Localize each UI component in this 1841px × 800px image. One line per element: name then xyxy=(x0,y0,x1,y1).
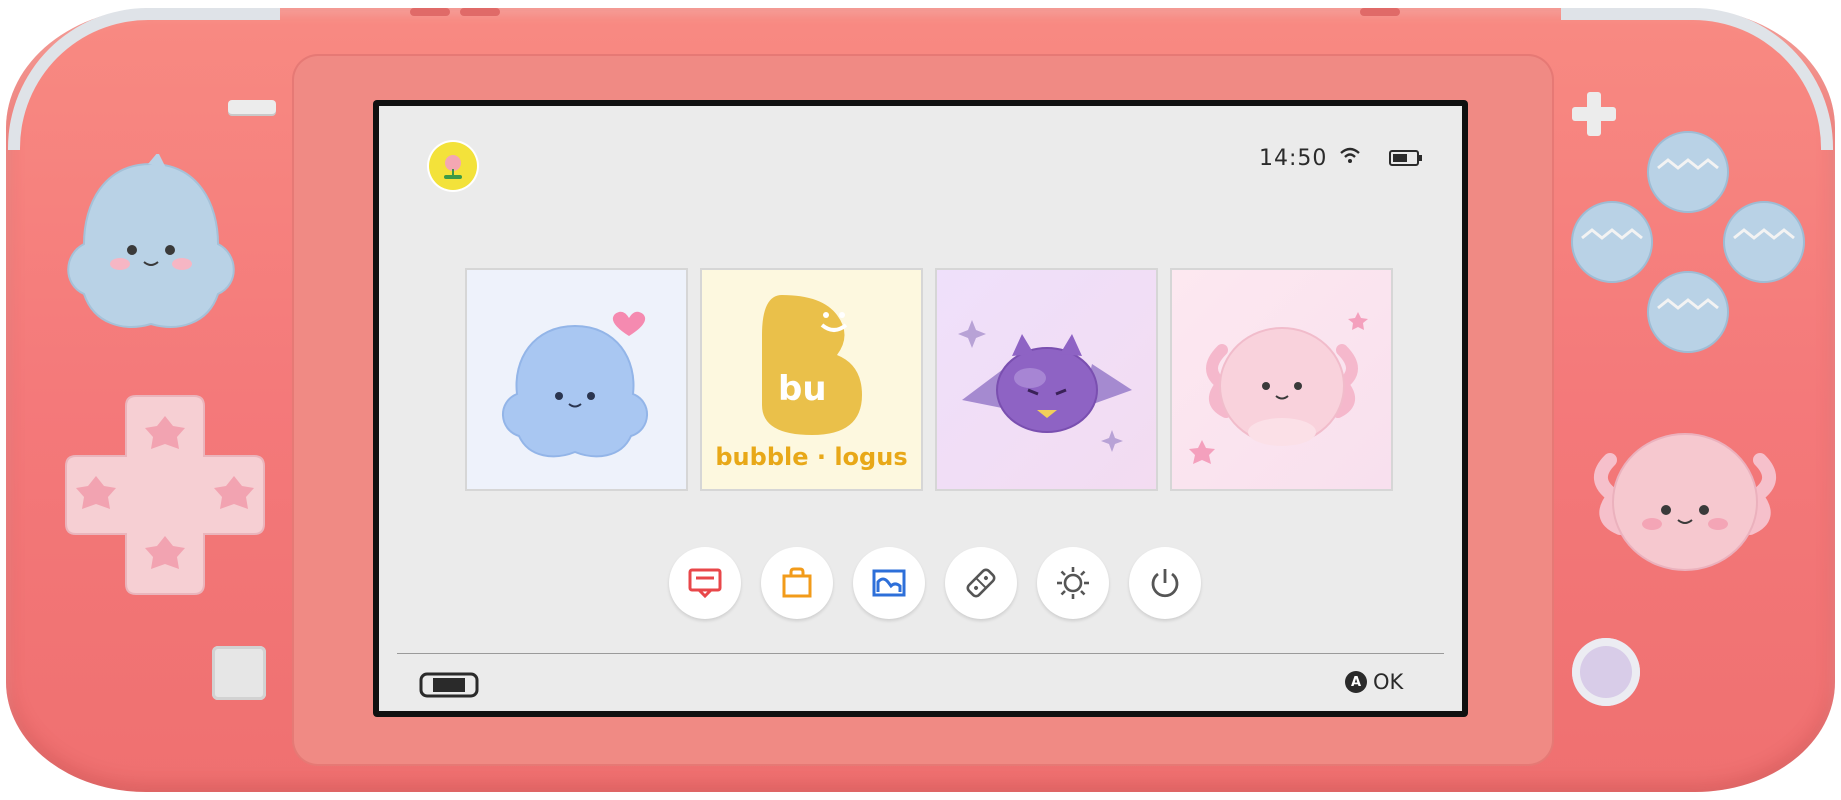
ok-hint[interactable]: A OK xyxy=(1345,670,1403,694)
axolotl-game-tile[interactable] xyxy=(1170,268,1393,491)
user-avatar-icon[interactable] xyxy=(429,142,477,190)
bubble-logus-label: bubble · logus xyxy=(715,443,908,471)
gear-icon xyxy=(1057,567,1089,599)
right-thumbstick[interactable] xyxy=(1590,410,1780,580)
controller-icon xyxy=(966,568,996,598)
home-button[interactable] xyxy=(1572,638,1640,706)
game-tiles: bu bubble · logus xyxy=(465,268,1393,491)
power-switch[interactable] xyxy=(1360,8,1400,16)
abxy-buttons[interactable] xyxy=(1568,128,1808,360)
system-dock xyxy=(655,536,1215,630)
ok-label: OK xyxy=(1373,670,1404,694)
settings-button[interactable] xyxy=(1037,547,1109,619)
news-icon xyxy=(688,568,722,599)
wifi-icon xyxy=(1340,147,1360,163)
blue-ghost-icon xyxy=(501,311,648,457)
album-icon xyxy=(872,569,906,597)
footer-divider xyxy=(397,653,1444,654)
clock: 14:50 xyxy=(1259,146,1328,171)
minus-button[interactable] xyxy=(228,100,276,114)
pink-axolotl-icon xyxy=(1188,311,1368,464)
bubble-logus-tile[interactable]: bu bubble · logus xyxy=(700,268,923,491)
volume-button[interactable] xyxy=(410,8,450,16)
screen: 14:50 bu bubble · logus A OK xyxy=(373,100,1468,717)
ghost-game-tile[interactable] xyxy=(465,268,688,491)
power-button[interactable] xyxy=(1129,547,1201,619)
left-bumper[interactable] xyxy=(8,8,280,150)
left-thumbstick[interactable] xyxy=(58,154,244,340)
power-icon xyxy=(1151,569,1179,598)
bubble-logo-mark: bu xyxy=(778,369,827,409)
controllers-button[interactable] xyxy=(945,547,1017,619)
battery-icon xyxy=(1389,150,1422,166)
bubble-logus-logo: bu xyxy=(761,294,862,435)
capture-button[interactable] xyxy=(212,646,266,700)
shopping-bag-icon xyxy=(782,567,812,598)
volume-button-2[interactable] xyxy=(460,8,500,16)
handheld-console-icon xyxy=(419,672,479,698)
dpad[interactable] xyxy=(56,386,274,604)
bat-game-tile[interactable] xyxy=(935,268,1158,491)
purple-bat-icon xyxy=(957,319,1132,452)
home-menu: 14:50 bu bubble · logus A OK xyxy=(379,106,1462,711)
album-button[interactable] xyxy=(853,547,925,619)
flower-icon xyxy=(444,155,462,179)
a-button-icon: A xyxy=(1345,671,1367,693)
eshop-button[interactable] xyxy=(761,547,833,619)
news-button[interactable] xyxy=(669,547,741,619)
